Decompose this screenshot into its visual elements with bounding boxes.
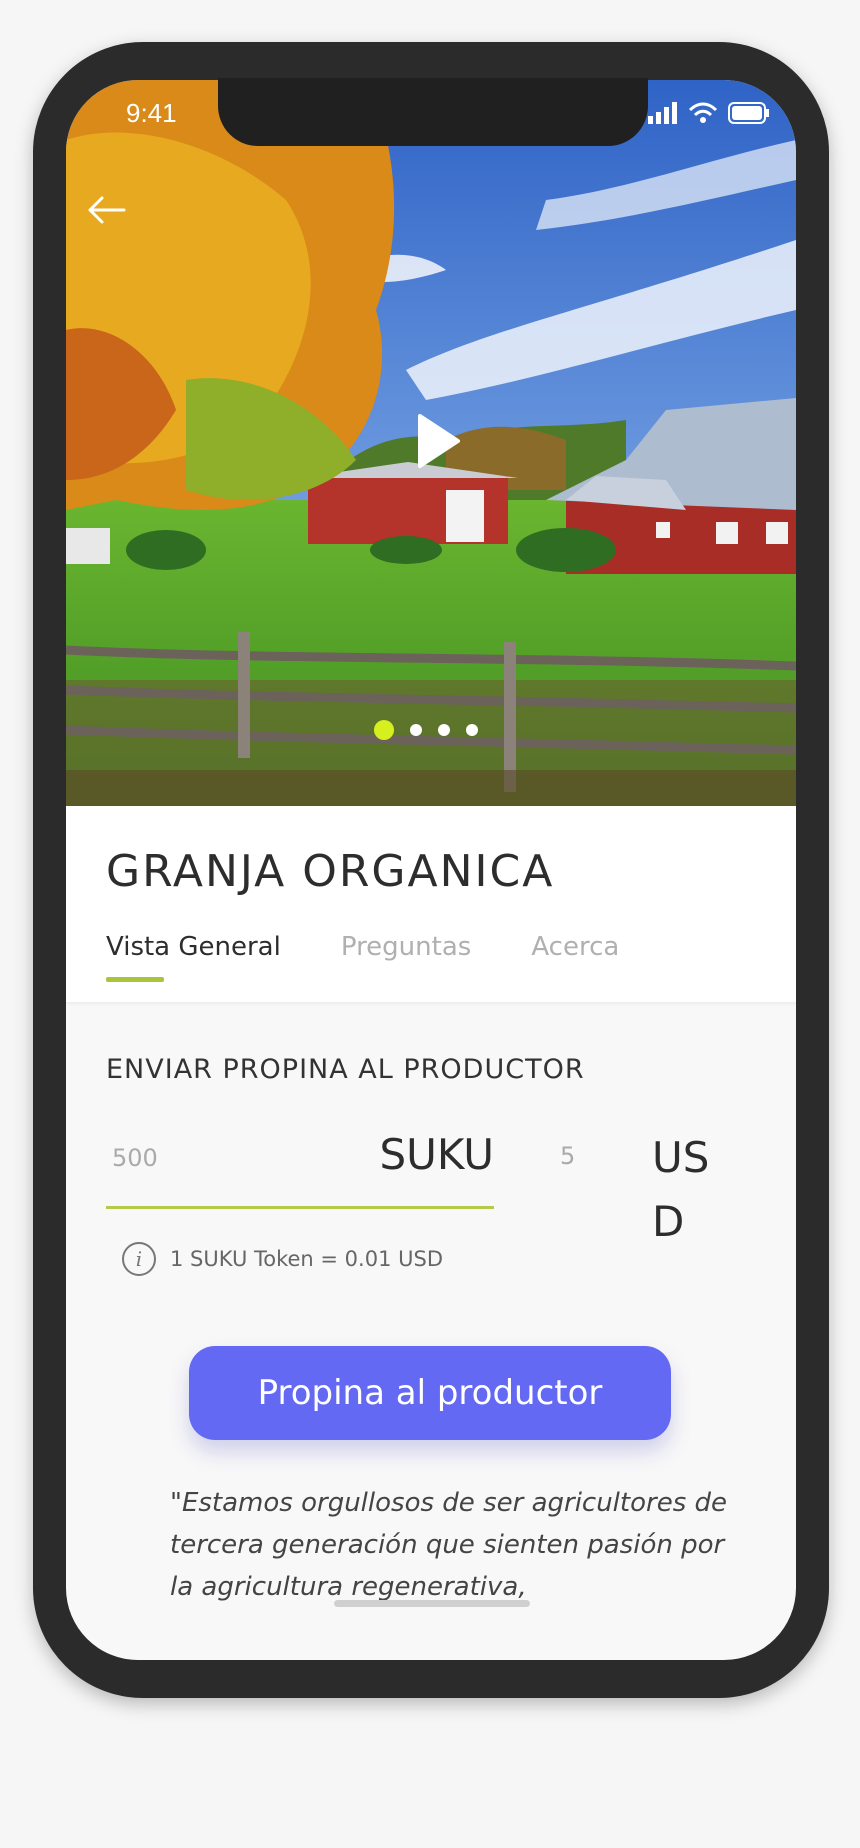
carousel-dot[interactable] xyxy=(466,724,478,736)
usd-amount-value[interactable]: 5 xyxy=(560,1142,575,1170)
carousel-indicator xyxy=(374,720,478,740)
exchange-rate-text: 1 SUKU Token = 0.01 USD xyxy=(170,1247,443,1271)
farm-header: GRANJA ORGANICA Vista General Preguntas … xyxy=(66,806,796,1002)
usd-unit-label: USD xyxy=(652,1133,710,1246)
back-arrow-icon[interactable] xyxy=(84,188,128,232)
carousel-dot[interactable] xyxy=(410,724,422,736)
tab-overview[interactable]: Vista General xyxy=(106,932,281,982)
carousel-dot[interactable] xyxy=(438,724,450,736)
tab-about[interactable]: Acerca xyxy=(531,932,619,982)
suku-amount-field[interactable]: 500 SUKU xyxy=(106,1130,494,1209)
tip-section-heading: ENVIAR PROPINA AL PRODUCTOR xyxy=(106,1054,585,1085)
tab-questions[interactable]: Preguntas xyxy=(341,932,471,982)
tab-bar: Vista General Preguntas Acerca xyxy=(106,932,619,982)
producer-quote: "Estamos orgullosos de ser agricultores … xyxy=(170,1488,728,1602)
cellular-signal-icon xyxy=(648,102,677,124)
info-icon: i xyxy=(122,1242,156,1276)
status-icons xyxy=(648,102,770,124)
play-icon[interactable] xyxy=(416,412,462,470)
suku-amount-value[interactable]: 500 xyxy=(112,1144,158,1172)
farm-title: GRANJA ORGANICA xyxy=(106,846,555,897)
suku-unit-label: SUKU xyxy=(379,1130,494,1179)
carousel-dot-active[interactable] xyxy=(374,720,394,740)
tip-producer-button[interactable]: Propina al productor xyxy=(189,1346,671,1440)
wifi-icon xyxy=(688,102,718,123)
battery-icon xyxy=(728,102,769,124)
exchange-rate-info: i 1 SUKU Token = 0.01 USD xyxy=(122,1242,443,1276)
home-indicator[interactable] xyxy=(334,1600,530,1607)
phone-notch xyxy=(218,78,648,146)
status-time: 9:41 xyxy=(126,98,177,128)
